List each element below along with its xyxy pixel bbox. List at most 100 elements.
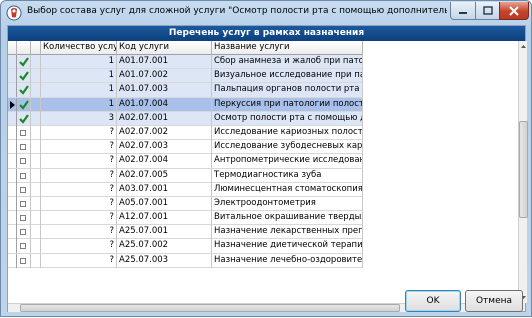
row-name[interactable]: Назначение диетической терапии при (212, 239, 363, 254)
table-row[interactable]: ? A05.07.001 Электроодонтометрия (8, 196, 363, 212)
row-quantity[interactable]: ? (41, 182, 117, 197)
row-quantity[interactable]: ? (41, 211, 117, 226)
row-code[interactable]: A02.07.002 (117, 125, 212, 140)
row-indicator-cell[interactable] (8, 211, 17, 226)
row-quantity[interactable]: 1 (41, 97, 117, 112)
row-name[interactable]: Антропометрические исследования (212, 154, 363, 169)
table-row[interactable]: 1 A01.07.003 Пальпация органов полости рта (8, 83, 363, 98)
row-code[interactable]: A02.07.003 (117, 140, 212, 155)
row-code[interactable]: A01.07.002 (117, 69, 212, 84)
row-name[interactable]: Витальное окрашивание твердых ткан (212, 211, 363, 226)
row-indicator-cell[interactable] (8, 111, 17, 126)
maximize-button[interactable] (475, 2, 500, 20)
row-checkbox[interactable] (17, 69, 31, 84)
table-row[interactable]: ? A02.07.004 Антропометрические исследован… (8, 154, 363, 169)
row-checkbox[interactable] (17, 140, 31, 155)
title-bar[interactable]: Выбор состава услуг для сложной услуги "… (1, 1, 531, 25)
row-quantity[interactable]: ? (41, 196, 117, 211)
table-row[interactable]: ? A03.07.001 Люминесцентная стоматоскопия (8, 182, 363, 197)
row-indicator-cell[interactable] (8, 196, 17, 211)
row-name[interactable]: Назначение лечебно-оздоровительног (212, 253, 363, 268)
row-indicator-cell[interactable] (8, 225, 17, 240)
row-name[interactable]: Сбор анамнеза и жалоб при патологи (212, 55, 363, 69)
row-name[interactable]: Люминесцентная стоматоскопия (212, 182, 363, 197)
table-row[interactable]: ? A25.07.001 Назначение лекарственных преп… (8, 225, 363, 240)
row-indicator-cell[interactable] (8, 55, 17, 69)
row-indicator-cell[interactable] (8, 253, 17, 268)
row-checkbox[interactable] (17, 211, 31, 226)
row-name[interactable]: Перкуссия при патологии полости рта (212, 97, 363, 112)
row-name[interactable]: Назначение лекарственных препарат (212, 225, 363, 240)
row-quantity[interactable]: ? (41, 253, 117, 268)
row-indicator-cell[interactable] (8, 125, 17, 140)
row-code[interactable]: A25.07.003 (117, 253, 212, 268)
cancel-button[interactable]: Отмена (465, 290, 523, 312)
row-name[interactable]: Пальпация органов полости рта (212, 83, 363, 98)
row-indicator-cell[interactable] (8, 154, 17, 169)
row-checkbox[interactable] (17, 125, 31, 140)
row-name[interactable]: Исследование зубодесневых карманов (212, 140, 363, 155)
row-checkbox[interactable] (17, 182, 31, 197)
row-code[interactable]: A01.07.003 (117, 83, 212, 98)
table-row[interactable]: 3 A02.07.001 Осмотр полости рта с помощью … (8, 111, 363, 126)
table-row[interactable]: ? A02.07.005 Термодиагностика зуба (8, 168, 363, 183)
table-row[interactable]: 1 A01.07.004 Перкуссия при патологии полос… (8, 97, 363, 112)
row-code[interactable]: A05.07.001 (117, 196, 212, 211)
row-code[interactable]: A02.07.004 (117, 154, 212, 169)
minimize-button[interactable] (450, 2, 476, 20)
row-quantity[interactable]: 3 (41, 111, 117, 126)
row-indicator-cell[interactable] (8, 239, 17, 254)
row-code[interactable]: A03.07.001 (117, 182, 212, 197)
ok-button[interactable]: OK (405, 290, 461, 312)
row-checkbox[interactable] (17, 168, 31, 183)
row-quantity[interactable]: 1 (41, 69, 117, 84)
table-row[interactable]: ? A02.07.003 Исследование зубодесневых кар… (8, 140, 363, 155)
row-checkbox[interactable] (17, 55, 31, 69)
row-name[interactable]: Визуальное исследование при патологи (212, 69, 363, 84)
row-checkbox[interactable] (17, 83, 31, 98)
row-checkbox[interactable] (17, 111, 31, 126)
row-quantity[interactable]: 1 (41, 55, 117, 69)
row-code[interactable]: A12.07.001 (117, 211, 212, 226)
row-indicator-cell[interactable] (8, 140, 17, 155)
row-code[interactable]: A25.07.002 (117, 239, 212, 254)
row-indicator-cell[interactable] (8, 182, 17, 197)
row-name[interactable]: Электроодонтометрия (212, 196, 363, 211)
table-row[interactable]: 1 A01.07.002 Визуальное исследование при п… (8, 69, 363, 84)
table-row[interactable]: ? A12.07.001 Витальное окрашивание твердых… (8, 211, 363, 226)
row-checkbox[interactable] (17, 253, 31, 268)
row-quantity[interactable]: 1 (41, 83, 117, 98)
row-indicator-cell[interactable] (8, 83, 17, 98)
row-checkbox[interactable] (17, 225, 31, 240)
code-column-header[interactable]: Код услуги (117, 41, 212, 55)
row-checkbox[interactable] (17, 196, 31, 211)
scroll-up-icon[interactable] (519, 41, 528, 53)
vertical-scroll-thumb[interactable] (519, 121, 528, 218)
row-code[interactable]: A02.07.005 (117, 168, 212, 183)
row-name[interactable]: Осмотр полости рта с помощью дополни (212, 111, 363, 126)
row-code[interactable]: A01.07.001 (117, 55, 212, 69)
row-quantity[interactable]: ? (41, 154, 117, 169)
row-code[interactable]: A02.07.001 (117, 111, 212, 126)
table-row[interactable]: ? A25.07.002 Назначение диетической терапи… (8, 239, 363, 254)
row-checkbox[interactable] (17, 239, 31, 254)
quantity-column-header[interactable]: Количество услуг (41, 41, 117, 55)
row-quantity[interactable]: ? (41, 225, 117, 240)
row-indicator-cell[interactable] (8, 97, 17, 112)
row-name[interactable]: Термодиагностика зуба (212, 168, 363, 183)
row-code[interactable]: A25.07.001 (117, 225, 212, 240)
row-checkbox[interactable] (17, 97, 31, 112)
row-name[interactable]: Исследование кариозных полостей с и (212, 125, 363, 140)
check-column-header[interactable] (17, 41, 31, 55)
table-row[interactable]: ? A02.07.002 Исследование кариозных полост… (8, 125, 363, 141)
name-column-header[interactable]: Название услуги (212, 41, 363, 55)
row-quantity[interactable]: ? (41, 140, 117, 155)
row-quantity[interactable]: ? (41, 239, 117, 254)
row-checkbox[interactable] (17, 154, 31, 169)
row-quantity[interactable]: ? (41, 125, 117, 140)
row-indicator-cell[interactable] (8, 69, 17, 84)
row-indicator-cell[interactable] (8, 168, 17, 183)
table-row[interactable]: 1 A01.07.001 Сбор анамнеза и жалоб при пат… (8, 55, 363, 70)
row-quantity[interactable]: ? (41, 168, 117, 183)
vertical-scrollbar[interactable] (518, 41, 528, 303)
